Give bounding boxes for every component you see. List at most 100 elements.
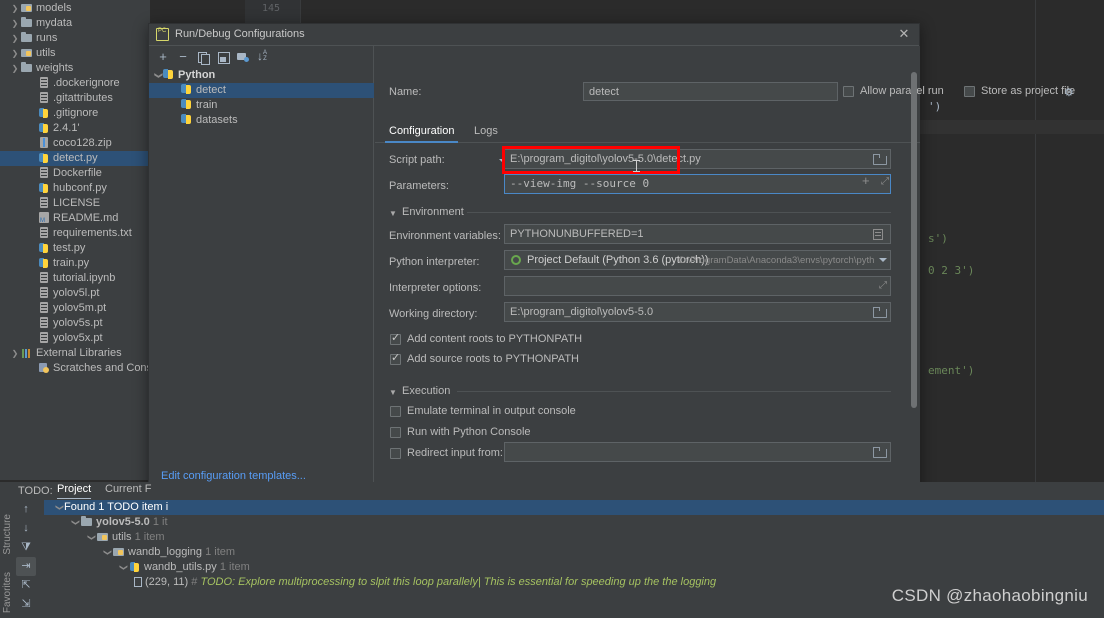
- tab-logs[interactable]: Logs: [470, 122, 502, 143]
- todo-marker-icon: [134, 577, 142, 587]
- project-tree-item[interactable]: ❯models: [0, 1, 150, 16]
- edit-env-vars-icon[interactable]: [873, 229, 883, 240]
- config-item-detect[interactable]: detect: [149, 83, 374, 98]
- chevron-down-icon[interactable]: ❮: [52, 503, 67, 513]
- project-tree-item[interactable]: yolov5x.pt: [0, 331, 150, 346]
- store-as-project-file-checkbox[interactable]: [964, 86, 975, 97]
- expand-all-icon[interactable]: ⇱: [16, 576, 36, 595]
- project-tree-item[interactable]: ❯External Libraries: [0, 346, 150, 361]
- name-input[interactable]: [583, 82, 838, 101]
- project-tree-item-label: weights: [36, 62, 73, 74]
- todo-tree-row[interactable]: ❮wandb_logging 1 item: [44, 545, 1104, 560]
- project-tree-item[interactable]: ❯mydata: [0, 16, 150, 31]
- chevron-right-icon[interactable]: ❯: [10, 16, 20, 31]
- tab-configuration[interactable]: Configuration: [385, 122, 458, 143]
- redirect-input-field[interactable]: [504, 442, 891, 462]
- project-tree-item[interactable]: yolov5s.pt: [0, 316, 150, 331]
- add-content-roots-checkbox[interactable]: [390, 334, 401, 345]
- project-tree-item-label: .dockerignore: [53, 77, 120, 89]
- project-tree-item[interactable]: train.py: [0, 256, 150, 271]
- environment-variables-input[interactable]: PYTHONUNBUFFERED=1: [504, 224, 891, 244]
- dialog-scrollbar-thumb[interactable]: [911, 72, 917, 408]
- browse-folder-icon[interactable]: [873, 154, 886, 165]
- gear-icon[interactable]: ⚙: [1064, 86, 1074, 99]
- project-tree-item[interactable]: .gitignore: [0, 106, 150, 121]
- chevron-right-icon[interactable]: ❯: [10, 46, 20, 61]
- todo-tree-row[interactable]: ❮utils 1 item: [44, 530, 1104, 545]
- environment-section-arrow[interactable]: ▼: [389, 209, 397, 218]
- project-tree-item[interactable]: .gitattributes: [0, 91, 150, 106]
- sidebar-tab-structure[interactable]: Structure: [2, 514, 13, 555]
- todo-title: TODO:: [18, 485, 53, 497]
- emulate-terminal-checkbox[interactable]: [390, 406, 401, 417]
- script-path-input[interactable]: E:\program_digitol\yolov5-5.0\detect.py: [504, 149, 891, 169]
- config-group-python[interactable]: ❮Python: [149, 68, 374, 83]
- file-icon: [37, 301, 50, 314]
- chevron-right-icon[interactable]: ❯: [10, 61, 20, 76]
- remove-configuration-button[interactable]: −: [175, 49, 191, 65]
- interpreter-options-input[interactable]: [504, 276, 891, 296]
- redirect-input-checkbox[interactable]: [390, 448, 401, 459]
- todo-tab-current-file[interactable]: Current F: [105, 483, 151, 499]
- close-icon[interactable]: ✕: [897, 27, 911, 41]
- project-tree-item[interactable]: ❯runs: [0, 31, 150, 46]
- todo-tree-row[interactable]: ❮wandb_utils.py 1 item: [44, 560, 1104, 575]
- configuration-tabs: Configuration Logs: [375, 120, 920, 143]
- sidebar-tab-favorites[interactable]: Favorites: [2, 572, 13, 613]
- project-tree-item[interactable]: ❯ weights: [0, 61, 150, 76]
- scroll-down-button[interactable]: ↓: [16, 519, 36, 538]
- copy-configuration-button[interactable]: [195, 49, 211, 65]
- config-item-train[interactable]: train: [149, 98, 374, 113]
- allow-parallel-run-checkbox[interactable]: [843, 86, 854, 97]
- todo-row-count: 1 item: [220, 561, 250, 573]
- add-source-roots-checkbox[interactable]: [390, 354, 401, 365]
- chevron-right-icon[interactable]: ❯: [10, 346, 20, 361]
- move-into-folder-button[interactable]: [235, 49, 251, 65]
- project-tree-panel[interactable]: ❯models❯mydata❯runs❯utils❯weights.docker…: [0, 0, 150, 480]
- project-tree-item[interactable]: detect.py: [0, 151, 150, 166]
- working-directory-input[interactable]: E:\program_digitol\yolov5-5.0: [504, 302, 891, 322]
- parameters-input[interactable]: --view-img --source 0: [504, 174, 891, 194]
- save-configuration-button[interactable]: [215, 49, 231, 65]
- watermark-text: CSDN @zhaohaobingniu: [892, 586, 1088, 606]
- project-tree-item[interactable]: 2.4.1': [0, 121, 150, 136]
- scroll-up-button[interactable]: ↑: [16, 500, 36, 519]
- expand-parameters-add-icon[interactable]: +: [862, 173, 870, 188]
- code-fragment: s'): [928, 232, 948, 245]
- collapse-all-icon[interactable]: ⇲: [16, 595, 36, 614]
- project-tree-item[interactable]: yolov5m.pt: [0, 301, 150, 316]
- project-tree-item[interactable]: Scratches and Consoles: [0, 361, 150, 376]
- project-tree-item[interactable]: LICENSE: [0, 196, 150, 211]
- project-tree-item-label: .gitattributes: [53, 92, 113, 104]
- parameters-label: Parameters:: [389, 180, 449, 192]
- project-tree-item[interactable]: README.md: [0, 211, 150, 226]
- expand-editor-icon[interactable]: ⤢: [881, 176, 889, 187]
- browse-folder-icon[interactable]: [873, 447, 886, 458]
- todo-tree-row[interactable]: ❮yolov5-5.0 1 it: [44, 515, 1104, 530]
- browse-folder-icon[interactable]: [873, 307, 886, 318]
- project-tree-item[interactable]: .dockerignore: [0, 76, 150, 91]
- chevron-right-icon[interactable]: ❯: [10, 1, 20, 16]
- todo-tab-project[interactable]: Project: [57, 483, 91, 499]
- expand-editor-icon[interactable]: ⤢: [879, 280, 887, 291]
- python-file-icon: [37, 256, 50, 269]
- run-with-python-console-checkbox[interactable]: [390, 427, 401, 438]
- todo-tree-row[interactable]: ❮Found 1 TODO item i: [44, 500, 1104, 515]
- project-tree-item[interactable]: tutorial.ipynb: [0, 271, 150, 286]
- config-item-datasets[interactable]: datasets: [149, 113, 374, 128]
- sort-configurations-button[interactable]: [255, 49, 271, 65]
- project-tree-item[interactable]: requirements.txt: [0, 226, 150, 241]
- group-by-icon[interactable]: ⇥: [16, 557, 36, 576]
- project-tree-item[interactable]: test.py: [0, 241, 150, 256]
- project-tree-item[interactable]: yolov5l.pt: [0, 286, 150, 301]
- execution-section-arrow[interactable]: ▼: [389, 388, 397, 397]
- project-tree-item[interactable]: hubconf.py: [0, 181, 150, 196]
- project-tree-item[interactable]: Dockerfile: [0, 166, 150, 181]
- chevron-down-icon[interactable]: [879, 258, 887, 262]
- add-configuration-button[interactable]: +: [155, 49, 171, 65]
- edit-configuration-templates-link[interactable]: Edit configuration templates...: [161, 470, 306, 482]
- filter-icon[interactable]: ⧩: [16, 538, 36, 557]
- chevron-right-icon[interactable]: ❯: [10, 31, 20, 46]
- project-tree-item[interactable]: ❯utils: [0, 46, 150, 61]
- project-tree-item[interactable]: coco128.zip: [0, 136, 150, 151]
